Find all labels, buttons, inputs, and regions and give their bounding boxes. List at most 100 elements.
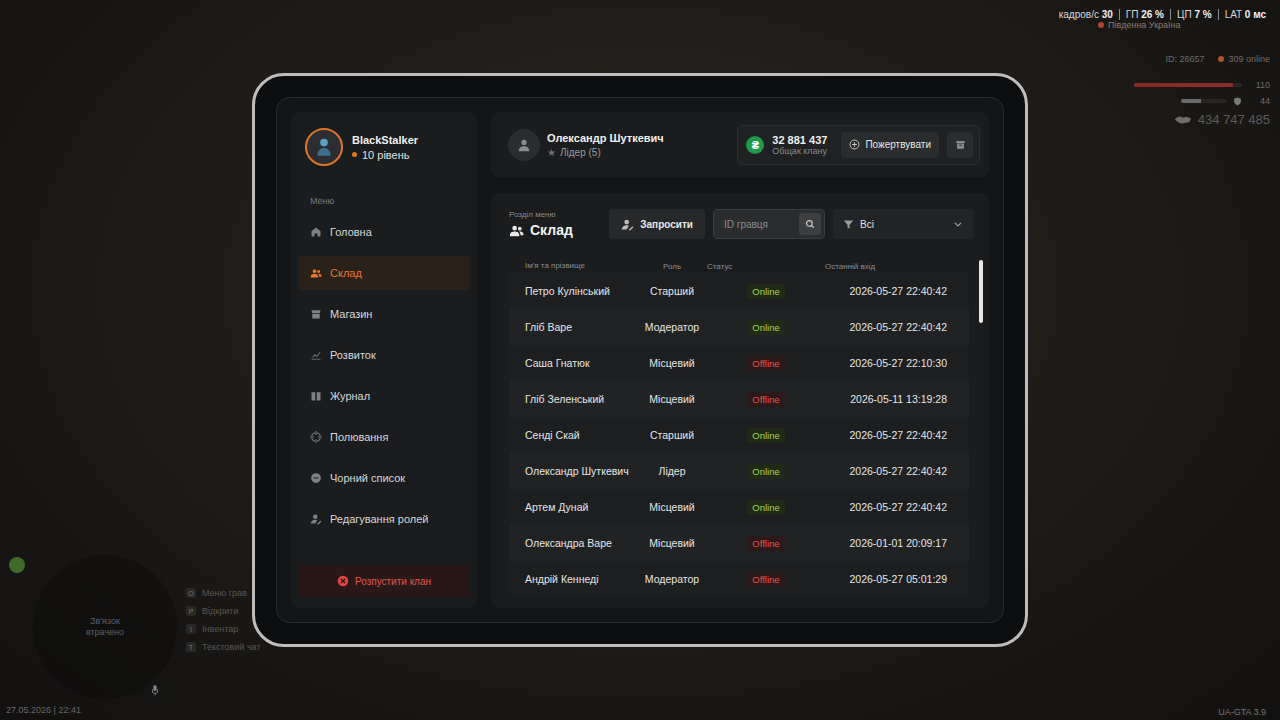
sidebar-item[interactable]: Чорний список [299, 461, 469, 495]
currency-icon: ₴ [746, 136, 764, 154]
status-cell: Offline [707, 356, 825, 371]
gpu-stat: ГП 26 % [1119, 9, 1170, 20]
member-name: Петро Кулінський [525, 285, 637, 297]
plus-circle-icon [849, 139, 860, 150]
column-header: Останній вхід [825, 262, 947, 271]
sidebar-item[interactable]: Полювання [299, 420, 469, 454]
section-title: Розділ менюСклад [509, 210, 573, 238]
section-caption: Розділ меню [509, 210, 573, 219]
treasury-label: Общак клану [772, 146, 827, 156]
filter-dropdown[interactable]: Всі [833, 209, 973, 239]
status-cell: Offline [707, 392, 825, 407]
tablet: BlackStalker10 рівень Меню Головна Склад Маг… [252, 73, 1028, 647]
add-user-icon [621, 218, 634, 231]
sidebar-item[interactable]: Головна [299, 215, 469, 249]
table-body: Петро КулінськийСтаршийOnline2026-05-27 … [509, 273, 969, 597]
members-card: Розділ менюСклад Запросити ID гравця Всі Ім'… [491, 193, 989, 608]
last-login: 2026-05-27 22:40:42 [825, 321, 947, 333]
column-header: Ім'я та прізвище [525, 261, 637, 270]
online-dot-icon [1218, 56, 1224, 62]
filter-value: Всі [860, 219, 947, 230]
sidebar-item[interactable]: Редагування ролей [299, 502, 469, 536]
column-header: Роль [637, 262, 707, 271]
latency-stat: LAT 0 мс [1218, 9, 1272, 20]
hint-label: Відкрити [202, 606, 238, 616]
member-role: Лідер [637, 465, 707, 477]
search-button[interactable] [799, 213, 821, 235]
member-name: Олександра Варе [525, 537, 637, 549]
table-row[interactable]: Олександр ШуткевичЛідер Online 2026-05-27 … [509, 453, 969, 489]
last-login: 2026-05-27 22:40:42 [825, 465, 947, 477]
key-hint: OМеню грав [186, 588, 261, 598]
invite-button[interactable]: Запросити [609, 209, 705, 239]
status-cell: Online [707, 500, 825, 515]
performance-bar: кадров/с 30ГП 26 %ЦП 7 %LAT 0 мс [1053, 9, 1272, 20]
dissolve-clan-button[interactable]: Розпустити клан [299, 565, 469, 597]
status-badge: Online [747, 284, 784, 299]
member-role: Старший [637, 285, 707, 297]
status-cell: Offline [707, 572, 825, 587]
menu-heading: Меню [310, 196, 469, 206]
table-row[interactable]: Петро КулінськийСтарший Online 2026-05-27 … [509, 273, 969, 309]
sidebar-item[interactable]: Розвиток [299, 338, 469, 372]
table-row[interactable]: Андрій КеннедіМодераторOffline2026-05-27… [509, 561, 969, 597]
menu-item-icon [310, 267, 322, 279]
table-row[interactable]: Саша ГнатюкМісцевийOffline2026-05-27 22:… [509, 345, 969, 381]
cash-row: 434 747 485 [1174, 112, 1270, 127]
menu-item-icon [310, 349, 322, 361]
scrollbar-thumb[interactable] [979, 260, 983, 323]
close-circle-icon [337, 575, 349, 587]
last-login: 2026-05-27 22:40:42 [825, 501, 947, 513]
cash-value: 434 747 485 [1198, 112, 1270, 127]
player-status: ID: 26657309 online11044434 747 485 [1090, 54, 1270, 127]
scrollbar[interactable] [979, 259, 983, 608]
table-row[interactable]: Гліб ВареМодераторOnline2026-05-27 22:40… [509, 309, 969, 345]
last-login: 2026-05-27 22:40:42 [825, 285, 947, 297]
table-row[interactable]: Гліб ЗеленськийМісцевийOffline2026-05-11… [509, 381, 969, 417]
leader-role: ★Лідер (5) [547, 147, 664, 158]
status-badge: Online [747, 500, 784, 515]
funnel-icon [843, 219, 854, 230]
health-fill [1134, 83, 1233, 87]
minimap-message: Зв'язок втрачено [70, 616, 140, 638]
hint-label: Текстовий чат [202, 642, 261, 652]
last-login: 2026-05-27 05:01:29 [825, 573, 947, 585]
member-name: Гліб Зеленський [525, 393, 637, 405]
version-label: UA-GTA 3.9 [1218, 707, 1266, 717]
hint-key: T [186, 642, 196, 652]
status-badge: Offline [747, 356, 784, 371]
armor-bar [1181, 99, 1227, 103]
table-row[interactable]: Артем ДунайМісцевийOnline2026-05-27 22:4… [509, 489, 969, 525]
health-value: 110 [1248, 80, 1270, 90]
key-hint: T Текстовий чат [186, 642, 261, 652]
sidebar-item[interactable]: Склад [299, 256, 469, 290]
key-hints: OМеню гравPВідкритиIІнвентарTТекстовий ч… [186, 588, 261, 652]
menu-item-icon [310, 513, 322, 525]
search-field[interactable]: ID гравця [713, 209, 825, 239]
member-role: Модератор [637, 321, 707, 333]
status-badge: Online [747, 464, 784, 479]
status-badge: Offline [747, 392, 784, 407]
member-name: Олександр Шуткевич [525, 465, 637, 477]
armor-row: 44 [1181, 96, 1270, 106]
chevron-down-icon [953, 219, 963, 229]
menu-item-icon [310, 226, 322, 238]
key-hint: IІнвентар [186, 624, 261, 634]
fps-stat: кадров/с 30 [1053, 9, 1119, 20]
table-row[interactable]: Олександра ВареМісцевийOffline2026-01-01… [509, 525, 969, 561]
member-role: Місцевий [637, 501, 707, 513]
sidebar-item[interactable]: Журнал [299, 379, 469, 413]
archive-button[interactable] [947, 132, 973, 158]
avatar-icon [305, 128, 343, 166]
donate-button[interactable]: Пожертвувати [841, 132, 939, 158]
member-name: Гліб Варе [525, 321, 637, 333]
table-row[interactable]: Сенді СкайСтаршийOnline2026-05-27 22:40:… [509, 417, 969, 453]
profile: BlackStalker10 рівень [299, 128, 469, 166]
member-role: Старший [637, 429, 707, 441]
hint-key: O [186, 588, 196, 598]
status-cell: Online [707, 284, 825, 299]
online-count: 309 online [1218, 54, 1270, 64]
sidebar-item[interactable]: Магазин [299, 297, 469, 331]
member-role: Місцевий [637, 537, 707, 549]
tools: Запросити ID гравця Всі [609, 209, 973, 239]
